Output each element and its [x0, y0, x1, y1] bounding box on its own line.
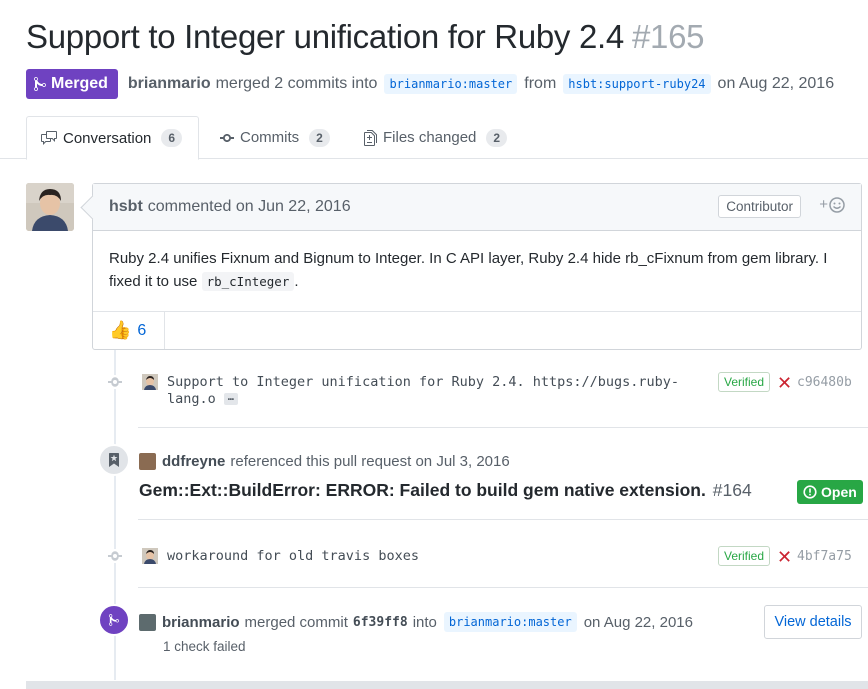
view-details-button[interactable]: View details [764, 605, 862, 639]
comment-box: hsbt commented on Jun 22, 2016 Contribut… [92, 183, 862, 350]
pr-number: #165 [631, 18, 705, 55]
referenced-issue-number: #164 [712, 480, 752, 500]
divider [138, 587, 868, 588]
divider [138, 427, 868, 428]
commit-sha-link[interactable]: 4bf7a75 [797, 549, 852, 564]
issue-state-label: Open [821, 484, 857, 500]
issue-opened-icon [803, 485, 817, 499]
merged-text: merged 2 commits into [215, 75, 378, 92]
pr-author-link[interactable]: brianmario [128, 75, 211, 93]
plus-icon: + [819, 196, 828, 213]
reference-actor-link[interactable]: ddfreyne [162, 453, 225, 470]
from-text: from [524, 75, 557, 92]
avatar[interactable] [26, 183, 74, 231]
pr-title: Support to Integer unification for Ruby … [26, 18, 705, 56]
file-diff-icon [364, 129, 377, 146]
tab-conversation-count: 6 [161, 129, 183, 147]
thumbs-up-reaction[interactable]: 👍 6 [93, 312, 165, 349]
bookmark-icon [98, 444, 130, 476]
x-icon[interactable]: ✕ [777, 374, 792, 392]
git-commit-icon [106, 549, 124, 563]
avatar[interactable] [142, 374, 158, 390]
reactions-bar: 👍 6 [93, 311, 861, 349]
commit-message-line: lang.o [167, 391, 216, 407]
comment-author-link[interactable]: hsbt [109, 198, 143, 216]
issue-state-badge: Open [797, 480, 863, 504]
base-branch-label[interactable]: brianmario:master [384, 74, 518, 94]
tab-files-changed[interactable]: Files changed 2 [364, 116, 508, 159]
tab-conversation-label: Conversation [63, 129, 152, 147]
pr-title-text: Support to Integer unification for Ruby … [26, 18, 624, 55]
contributor-badge: Contributor [718, 195, 801, 218]
merge-event: brianmario merged commit 6f39ff8 into br… [139, 612, 693, 632]
git-merge-icon [98, 604, 130, 636]
pr-tabs: Conversation 6 Commits 2 Files changed 2 [0, 116, 868, 160]
into-text: into [412, 613, 437, 631]
merge-branch-label[interactable]: brianmario:master [443, 612, 577, 632]
tab-conversation[interactable]: Conversation 6 [26, 116, 199, 160]
state-badge: Merged [26, 69, 118, 99]
comment-discussion-icon [41, 131, 57, 145]
commit-message-link[interactable]: workaround for old travis boxes [167, 548, 419, 565]
comment-body: Ruby 2.4 unifies Fixnum and Bignum to In… [93, 231, 861, 311]
comment-timestamp[interactable]: commented on Jun 22, 2016 [148, 198, 351, 216]
merge-action-text: merged commit [244, 613, 348, 631]
tab-files-changed-count: 2 [486, 128, 508, 147]
avatar[interactable] [139, 453, 156, 470]
avatar[interactable] [142, 548, 158, 564]
tab-commits-label: Commits [240, 129, 300, 146]
merge-sha-link[interactable]: 6f39ff8 [353, 615, 408, 630]
merge-event-date[interactable]: on Aug 22, 2016 [584, 614, 693, 631]
git-merge-icon [34, 76, 46, 92]
comment-text-end: . [294, 273, 299, 290]
avatar[interactable] [139, 613, 156, 631]
smiley-icon [829, 196, 845, 213]
thumbs-up-icon: 👍 [109, 320, 132, 340]
tab-files-changed-label: Files changed [383, 129, 477, 146]
git-commit-icon [220, 133, 234, 142]
merge-date-text: on Aug 22, 2016 [717, 75, 835, 92]
merge-actor-link[interactable]: brianmario [162, 614, 240, 631]
reference-action-text: referenced this pull request on Jul 3, 2… [230, 453, 510, 470]
inline-code: rb_cInteger [201, 272, 295, 291]
verified-badge[interactable]: Verified [718, 546, 771, 566]
head-branch-label[interactable]: hsbt:support-ruby24 [563, 74, 711, 94]
commit-message-line: Support to Integer unification for Ruby … [167, 374, 680, 390]
timeline-end-bar [26, 681, 868, 689]
state-label: Merged [51, 75, 108, 92]
git-commit-icon [106, 375, 124, 389]
tab-commits[interactable]: Commits 2 [220, 116, 330, 159]
verified-badge[interactable]: Verified [718, 372, 771, 392]
reaction-count: 6 [137, 321, 147, 339]
pr-meta: Merged brianmario merged 2 commits into … [26, 69, 834, 99]
expand-message-button[interactable]: … [223, 393, 238, 405]
checks-status-text: 1 check failed [163, 639, 246, 654]
x-icon[interactable]: ✕ [777, 548, 792, 566]
divider [138, 519, 868, 520]
commit-sha-link[interactable]: c96480b [797, 375, 852, 390]
add-reaction-button[interactable]: + [819, 196, 845, 213]
referenced-issue-link[interactable]: Gem::Ext::BuildError: ERROR: Failed to b… [139, 480, 752, 501]
reference-event: ddfreyne referenced this pull request on… [139, 453, 510, 470]
comment-header: hsbt commented on Jun 22, 2016 Contribut… [93, 184, 861, 231]
commit-message-link[interactable]: Support to Integer unification for Ruby … [167, 374, 679, 408]
tab-commits-count: 2 [309, 128, 330, 147]
referenced-issue-title: Gem::Ext::BuildError: ERROR: Failed to b… [139, 480, 706, 500]
